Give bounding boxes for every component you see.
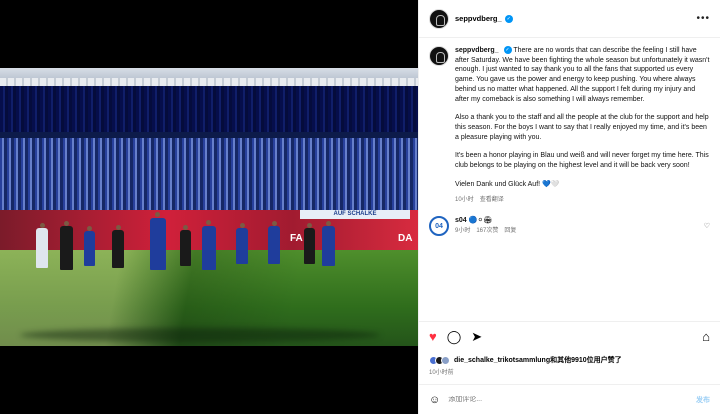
add-comment-bar: ☺ 发布 xyxy=(419,384,720,414)
post-time: 10小时前 xyxy=(429,370,454,376)
comment-icon[interactable]: ◯ xyxy=(447,330,462,344)
post-comment-button[interactable]: 发布 xyxy=(696,395,710,405)
caption-avatar[interactable] xyxy=(429,46,449,66)
likes-summary[interactable]: die_schalke_trikotsammlung 和其他9910位用户赞了 xyxy=(429,355,710,365)
stand-banner: AUF SCHALKE xyxy=(300,210,410,219)
caption-paragraph-4: Vielen Dank und Glück Auf! 💙🤍 xyxy=(455,180,560,188)
player xyxy=(84,231,95,266)
caption-username[interactable]: seppvdberg_ xyxy=(455,47,499,54)
avatar[interactable] xyxy=(429,8,449,29)
player xyxy=(112,230,124,268)
upper-stands xyxy=(0,86,418,134)
like-heart-icon[interactable]: ♥ xyxy=(429,330,437,344)
save-bookmark-icon[interactable]: ⌂ xyxy=(702,330,710,344)
comment-input[interactable] xyxy=(448,396,688,403)
caption-time: 10小时 xyxy=(455,197,474,204)
comment-username[interactable]: s04 xyxy=(455,217,467,224)
reply-link[interactable]: 回复 xyxy=(504,227,516,237)
emoji-icon[interactable]: ☺ xyxy=(429,393,440,407)
comment-row: 04 s04 🔵⚪🏟 9小时 167次赞 回复 ♡ xyxy=(429,216,710,237)
player xyxy=(268,226,280,264)
share-icon[interactable]: ➤ xyxy=(471,330,482,344)
action-bar: ♥ ◯ ➤ ⌂ die_schalke_trikotsammlung 和其他99… xyxy=(419,321,720,376)
ad-text-right: DA xyxy=(398,233,413,244)
player xyxy=(202,226,216,270)
comment-text: 🔵⚪🏟 xyxy=(468,217,493,225)
post-media[interactable]: AUF SCHALKE FA DA xyxy=(0,0,418,414)
more-options-icon[interactable]: ••• xyxy=(696,13,710,24)
caption: seppvdberg_ ✓ There are no words that ca… xyxy=(429,46,710,206)
player xyxy=(322,226,335,266)
comment-likes[interactable]: 167次赞 xyxy=(476,227,498,237)
see-translation-link[interactable]: 查看翻译 xyxy=(480,196,504,206)
liked-by-rest[interactable]: 和其他9910位用户赞了 xyxy=(550,355,622,365)
player xyxy=(180,230,191,266)
caption-paragraph-3: It's been a honor playing in Blau und we… xyxy=(455,152,709,170)
liked-by-user[interactable]: die_schalke_trikotsammlung xyxy=(454,357,550,364)
caption-paragraph-1: There are no words that can describe the… xyxy=(455,47,710,103)
lower-stands xyxy=(0,138,418,210)
player xyxy=(304,228,315,264)
player xyxy=(36,228,48,268)
liker-avatar xyxy=(441,355,450,365)
caption-paragraph-2: Also a thank you to the staff and all th… xyxy=(455,114,709,141)
player xyxy=(236,228,248,264)
post-header: seppvdberg_ ✓ ••• xyxy=(419,0,720,38)
comment-time: 9小时 xyxy=(455,227,471,234)
post-viewer: AUF SCHALKE FA DA seppvdberg_ ✓ ••• sepp… xyxy=(0,0,720,414)
comment-heart-icon[interactable]: ♡ xyxy=(704,222,710,230)
post-side-panel: seppvdberg_ ✓ ••• seppvdberg_ ✓ There ar… xyxy=(418,0,720,414)
header-username[interactable]: seppvdberg_ xyxy=(455,14,502,23)
stadium-photo: AUF SCHALKE FA DA xyxy=(0,68,418,346)
verified-icon: ✓ xyxy=(503,46,512,55)
player xyxy=(60,226,73,270)
player xyxy=(150,218,166,270)
comments-area: seppvdberg_ ✓ There are no words that ca… xyxy=(419,38,720,321)
s04-avatar[interactable]: 04 xyxy=(429,216,449,237)
verified-icon: ✓ xyxy=(504,14,513,23)
ad-text-left: FA xyxy=(290,233,303,244)
